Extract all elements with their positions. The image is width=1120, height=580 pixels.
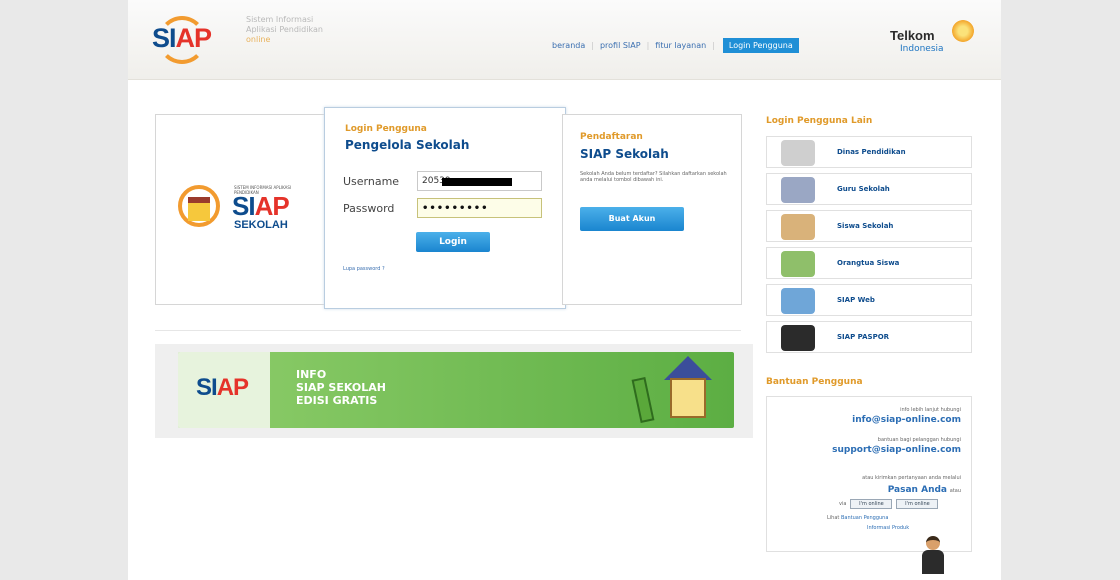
telkom-logo: Telkom Indonesia <box>890 20 980 58</box>
sidebar-item-guru-sekolah[interactable]: Guru Sekolah <box>766 173 972 205</box>
sidebar-item-siap-paspor[interactable]: SIAP PASPOR <box>766 321 972 353</box>
nav-beranda[interactable]: beranda <box>552 41 585 50</box>
banner-logo: SIAP <box>178 352 270 428</box>
nav-profil-siap[interactable]: profil SIAP <box>600 41 641 50</box>
divider <box>155 330 741 331</box>
login-panel: Login Pengguna Pengelola Sekolah Usernam… <box>324 107 566 309</box>
register-panel: Pendaftaran SIAP Sekolah Sekolah Anda be… <box>562 114 742 305</box>
info-banner[interactable]: SIAP INFO SIAP SEKOLAH EDISI GRATIS <box>178 352 734 428</box>
nav-fitur-layanan[interactable]: fitur layanan <box>655 41 706 50</box>
parents-icon <box>781 251 815 277</box>
bantuan-pengguna-link[interactable]: Bantuan Pengguna <box>841 515 888 521</box>
passport-icon <box>781 325 815 351</box>
other-login-title: Login Pengguna Lain <box>766 116 873 126</box>
ym-status-button-2[interactable]: I'm online <box>896 499 939 509</box>
help-title: Bantuan Pengguna <box>766 377 863 387</box>
register-description: Sekolah Anda belum terdaftar? Silahkan d… <box>580 171 727 183</box>
register-title: SIAP Sekolah <box>580 147 669 161</box>
sidebar-item-siswa-sekolah[interactable]: Siswa Sekolah <box>766 210 972 242</box>
help-links: Lihat Bantuan Pengguna Informasi Produk <box>827 515 910 531</box>
siap-sekolah-logo-panel: SISTEM INFORMASI APLIKASI PENDIDIKAN SIA… <box>155 114 327 305</box>
username-input[interactable]: 20539 <box>417 171 542 191</box>
sidebar-item-dinas-pendidikan[interactable]: Dinas Pendidikan <box>766 136 972 168</box>
register-title-small: Pendaftaran <box>580 132 643 142</box>
pasan-anda-link[interactable]: Pasan Anda <box>888 485 947 495</box>
page: SIAP Sistem Informasi Aplikasi Pendidika… <box>128 0 1001 580</box>
school-house-icon <box>660 356 716 420</box>
banner-text: INFO SIAP SEKOLAH EDISI GRATIS <box>296 368 386 407</box>
login-title: Pengelola Sekolah <box>345 138 470 152</box>
sidebar-item-siap-web[interactable]: SIAP Web <box>766 284 972 316</box>
sun-icon <box>952 20 974 42</box>
support-person-icon <box>922 536 944 576</box>
top-nav: beranda | profil SIAP | fitur layanan | … <box>552 38 799 53</box>
pencil-icon <box>631 377 655 423</box>
header: SIAP Sistem Informasi Aplikasi Pendidika… <box>128 0 1001 80</box>
forgot-password-link[interactable]: Lupa password ? <box>343 266 385 272</box>
password-input[interactable]: ••••••••• <box>417 198 542 218</box>
yahoo-messenger-row: via I'm online I'm online <box>839 499 939 509</box>
tagline: Sistem Informasi Aplikasi Pendidikan onl… <box>246 15 323 44</box>
help-panel: info lebih lanjut hubungi info@siap-onli… <box>766 396 972 552</box>
password-label: Password <box>343 201 395 215</box>
ym-status-button-1[interactable]: I'm online <box>850 499 893 509</box>
globe-pencil-icon <box>781 288 815 314</box>
school-house-icon <box>178 185 220 227</box>
emblem-icon <box>781 140 815 166</box>
password-row: Password ••••••••• <box>343 198 542 218</box>
siap-logo[interactable]: SIAP <box>152 14 222 64</box>
informasi-produk-link[interactable]: Informasi Produk <box>867 525 909 531</box>
info-email-link[interactable]: info@siap-online.com <box>852 415 961 425</box>
support-email-link[interactable]: support@siap-online.com <box>832 445 961 455</box>
username-row: Username 20539 <box>343 171 542 191</box>
siap-sekolah-logo: SISTEM INFORMASI APLIKASI PENDIDIKAN SIA… <box>174 175 314 245</box>
buat-akun-button[interactable]: Buat Akun <box>580 207 684 231</box>
students-icon <box>781 214 815 240</box>
username-label: Username <box>343 174 400 188</box>
redaction-bar <box>442 178 512 186</box>
teacher-icon <box>781 177 815 203</box>
nav-login-pengguna-button[interactable]: Login Pengguna <box>722 38 799 53</box>
login-title-small: Login Pengguna <box>345 124 427 134</box>
sidebar-item-orangtua-siswa[interactable]: Orangtua Siswa <box>766 247 972 279</box>
login-button[interactable]: Login <box>416 232 490 252</box>
